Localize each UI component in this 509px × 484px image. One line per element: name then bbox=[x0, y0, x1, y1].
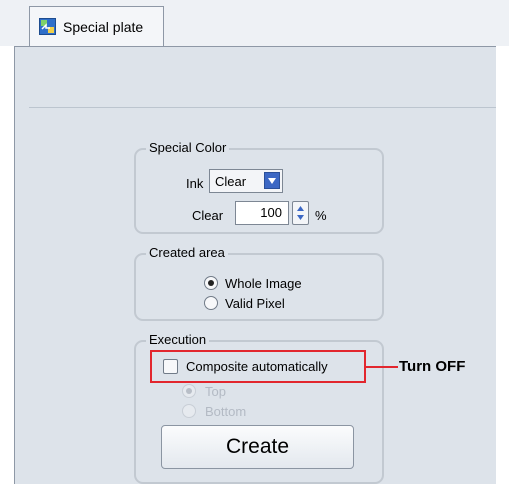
created-area-title: Created area bbox=[146, 245, 228, 261]
ink-label: Ink bbox=[186, 176, 204, 191]
radio-whole-image[interactable] bbox=[204, 276, 218, 290]
highlight-box bbox=[150, 350, 366, 383]
special-plate-icon bbox=[39, 18, 56, 35]
tab-label: Special plate bbox=[63, 19, 144, 35]
radio-valid-pixel[interactable] bbox=[204, 296, 218, 310]
panel-divider bbox=[29, 107, 509, 108]
tab-special-plate[interactable]: Special plate bbox=[29, 6, 164, 47]
execution-title: Execution bbox=[146, 332, 210, 348]
radio-selected-dot bbox=[186, 388, 192, 394]
radio-top[interactable] bbox=[182, 384, 196, 398]
bottom-label: Bottom bbox=[205, 404, 247, 419]
whole-image-label: Whole Image bbox=[225, 276, 302, 291]
valid-pixel-label: Valid Pixel bbox=[225, 296, 285, 311]
ink-select[interactable]: Clear bbox=[209, 169, 283, 193]
clear-amount-stepper[interactable] bbox=[292, 201, 309, 225]
special-color-title: Special Color bbox=[146, 140, 230, 156]
radio-bottom[interactable] bbox=[182, 404, 196, 418]
top-label: Top bbox=[205, 384, 226, 399]
radio-selected-dot bbox=[208, 280, 214, 286]
percent-unit: % bbox=[315, 208, 327, 223]
stepper-arrows-icon bbox=[297, 206, 304, 220]
clear-amount-input[interactable]: 100 bbox=[235, 201, 289, 225]
create-button[interactable]: Create bbox=[161, 425, 354, 469]
callout-label: Turn OFF bbox=[399, 358, 466, 375]
callout-line bbox=[366, 366, 398, 368]
chevron-down-icon[interactable] bbox=[264, 172, 280, 189]
clear-amount-label: Clear bbox=[192, 208, 224, 223]
ink-select-value: Clear bbox=[215, 174, 247, 189]
panel-edge bbox=[496, 46, 509, 484]
